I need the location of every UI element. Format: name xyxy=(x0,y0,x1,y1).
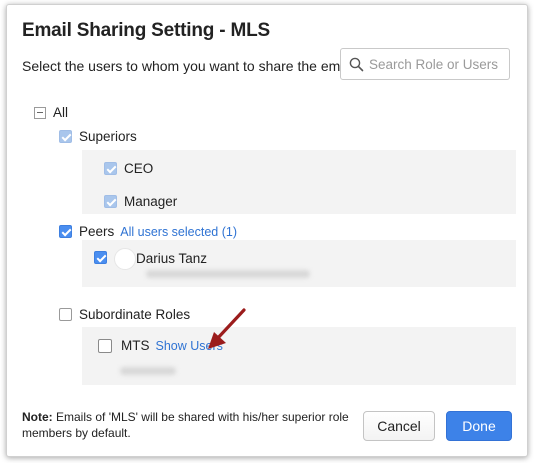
tree-node-all[interactable]: All xyxy=(34,105,68,120)
dialog-subtitle: Select the users to whom you want to sha… xyxy=(22,58,362,74)
search-input[interactable] xyxy=(369,54,507,74)
manager-checkbox xyxy=(104,195,117,208)
superiors-checkbox xyxy=(59,130,72,143)
note-text: Emails of 'MLS' will be shared with his/… xyxy=(22,410,349,440)
annotation-arrow-icon xyxy=(208,308,246,349)
role-item-manager: Manager xyxy=(104,194,177,209)
subordinate-roles-checkbox[interactable] xyxy=(59,308,72,321)
tree-node-peers[interactable]: Peers All users selected (1) xyxy=(59,224,237,239)
tree-node-subordinate-roles-label: Subordinate Roles xyxy=(79,307,191,322)
role-item-mts-label: MTS xyxy=(121,338,150,353)
search-box[interactable] xyxy=(340,48,510,80)
cancel-button[interactable]: Cancel xyxy=(363,411,435,441)
subordinate-roles-panel xyxy=(82,327,516,385)
user-item-darius-tanz[interactable] xyxy=(94,251,107,264)
dialog-title: Email Sharing Setting - MLS xyxy=(22,20,270,41)
done-button[interactable]: Done xyxy=(446,411,512,441)
role-item-ceo-label: CEO xyxy=(124,161,154,176)
avatar xyxy=(114,248,136,270)
tree-node-superiors: Superiors xyxy=(59,129,137,144)
role-item-manager-label: Manager xyxy=(124,194,178,209)
note-prefix: Note: xyxy=(22,410,53,424)
all-users-selected-link[interactable]: All users selected (1) xyxy=(120,225,237,239)
user-name: Darius Tanz xyxy=(136,251,207,266)
ceo-checkbox xyxy=(104,162,117,175)
mts-checkbox[interactable] xyxy=(98,339,112,353)
search-icon xyxy=(349,57,364,72)
tree-node-peers-label: Peers xyxy=(79,224,115,239)
redacted-user-email xyxy=(146,270,310,278)
tree-node-superiors-label: Superiors xyxy=(79,129,137,144)
darius-tanz-checkbox[interactable] xyxy=(94,251,107,264)
redacted-user-name xyxy=(120,367,176,375)
collapse-toggle-icon[interactable] xyxy=(34,106,46,119)
role-item-ceo: CEO xyxy=(104,161,153,176)
peers-checkbox[interactable] xyxy=(59,225,72,238)
user-name-label: Darius Tanz xyxy=(136,251,208,266)
tree-node-subordinate-roles[interactable]: Subordinate Roles xyxy=(59,307,190,322)
tree-node-all-label: All xyxy=(53,105,69,120)
sharing-note: Note: Emails of 'MLS' will be shared wit… xyxy=(22,409,352,441)
